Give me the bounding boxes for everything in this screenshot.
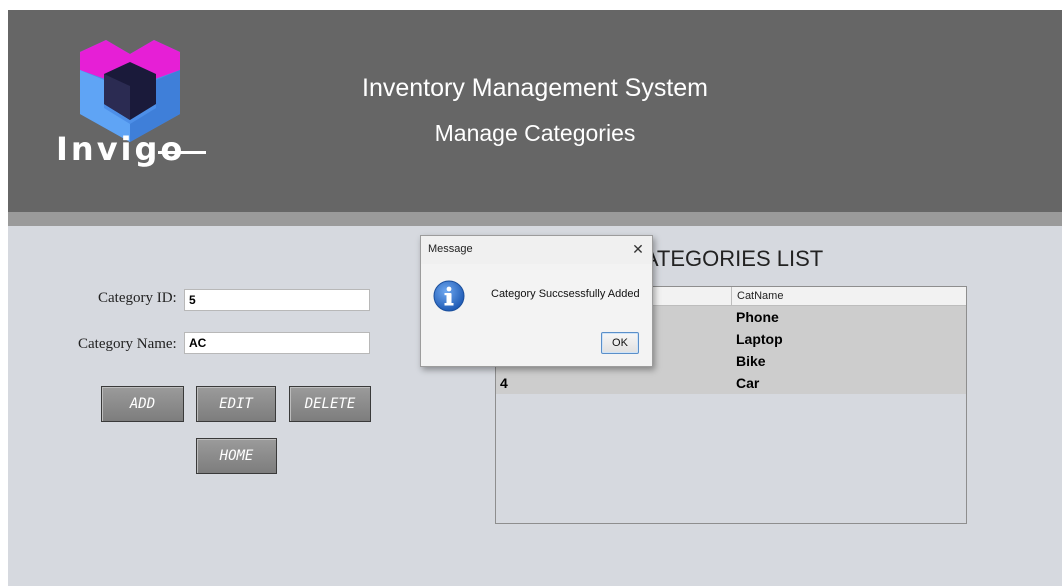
message-dialog: Message ✕ Category Succsessfully Added O…	[420, 235, 653, 367]
cell-catname: Bike	[736, 353, 766, 369]
categories-list-title: CATEGORIES LIST	[628, 246, 824, 271]
dialog-title: Message	[428, 243, 473, 255]
dialog-message: Category Succsessfully Added	[491, 288, 640, 300]
category-name-input[interactable]: AC	[184, 332, 370, 354]
close-icon[interactable]: ✕	[630, 240, 646, 258]
column-header-catname[interactable]: CatName	[732, 287, 966, 305]
delete-button[interactable]: DELETE	[289, 386, 371, 422]
header-divider	[8, 212, 1062, 226]
info-icon	[433, 280, 465, 312]
add-button[interactable]: ADD	[101, 386, 184, 422]
cell-catname: Laptop	[736, 331, 783, 347]
logo-underline	[158, 151, 206, 154]
dialog-body: Category Succsessfully Added OK	[421, 264, 652, 366]
app-window: Invigo Inventory Management System Manag…	[8, 10, 1062, 586]
cell-catname: Phone	[736, 309, 779, 325]
ok-button[interactable]: OK	[601, 332, 639, 354]
cell-catname: Car	[736, 375, 760, 391]
dialog-titlebar[interactable]: Message ✕	[421, 236, 652, 264]
category-id-input[interactable]: 5	[184, 289, 370, 311]
edit-button[interactable]: EDIT	[196, 386, 276, 422]
table-row[interactable]: 4 Car	[496, 372, 966, 394]
page-title: Manage Categories	[434, 120, 636, 146]
cell-id: 4	[500, 375, 508, 391]
home-button[interactable]: HOME	[196, 438, 277, 474]
app-title: Inventory Management System	[362, 74, 708, 102]
header-banner: Invigo Inventory Management System Manag…	[8, 10, 1062, 212]
category-name-label: Category Name:	[78, 336, 177, 352]
category-id-label: Category ID:	[98, 290, 177, 306]
